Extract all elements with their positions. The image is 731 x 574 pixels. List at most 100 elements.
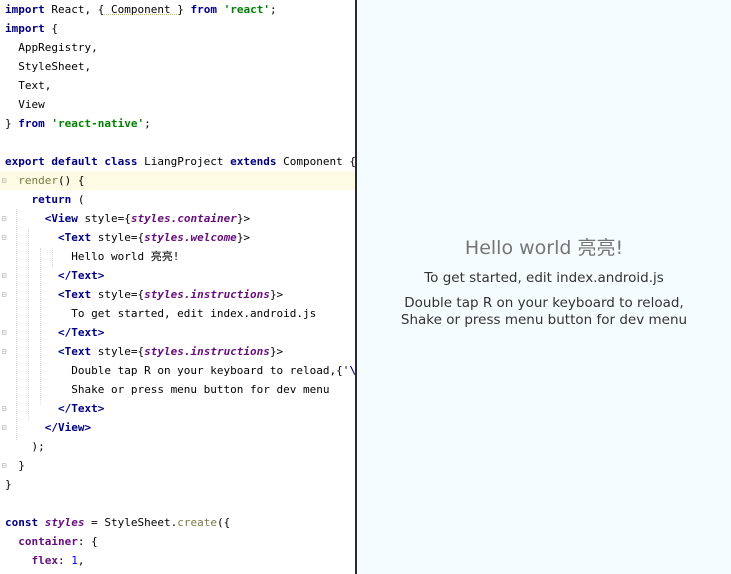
code-line[interactable]: );	[0, 437, 355, 456]
code-line[interactable]: } from 'react-native';	[0, 114, 355, 133]
code-token: React,	[44, 3, 98, 16]
code-token: (	[71, 193, 85, 206]
code-text: </Text>	[5, 266, 104, 285]
code-token: </Text>	[57, 402, 105, 415]
reload-instructions-text: Double tap R on your keyboard to reload,…	[357, 295, 731, 329]
code-token: </Text>	[57, 269, 105, 282]
code-text: Double tap R on your keyboard to reload,…	[5, 361, 355, 380]
code-text: StyleSheet,	[5, 57, 91, 76]
code-token: }>	[236, 231, 251, 244]
code-token: import	[5, 3, 45, 16]
code-line[interactable]: To get started, edit index.android.js	[0, 304, 355, 323]
code-token: );	[5, 440, 45, 453]
code-token: StyleSheet,	[5, 60, 92, 73]
app-preview: Hello world 亮亮! To get started, edit ind…	[357, 0, 731, 574]
code-line[interactable]: ⊟ </Text>	[0, 399, 355, 418]
code-text: }	[5, 456, 25, 475]
code-token: extends	[230, 155, 277, 168]
code-token: </Text>	[57, 326, 105, 339]
code-text: export default class LiangProject extend…	[5, 152, 355, 171]
code-line[interactable]: flex: 1,	[0, 551, 355, 570]
code-text: import React, { Component } from 'react'…	[5, 0, 277, 19]
code-line[interactable]: return (	[0, 190, 355, 209]
code-line[interactable]: ⊟ <Text style={styles.instructions}>	[0, 342, 355, 361]
indent-guide	[16, 209, 17, 440]
code-text: <View style={styles.container}>	[5, 209, 250, 228]
code-token: from	[18, 117, 45, 130]
code-line[interactable]: View	[0, 95, 355, 114]
code-token: = StyleSheet.	[84, 516, 178, 529]
code-editor[interactable]: import React, { Component } from 'react'…	[0, 0, 355, 574]
code-text: AppRegistry,	[5, 38, 97, 57]
code-line[interactable]: container: {	[0, 532, 355, 551]
code-text: </View>	[5, 418, 91, 437]
code-text: </Text>	[5, 323, 104, 342]
code-line[interactable]: ⊟ render() {	[0, 171, 355, 190]
code-line[interactable]: ⊟ <View style={styles.container}>	[0, 209, 355, 228]
code-token: }>	[236, 212, 251, 225]
code-text: } from 'react-native';	[5, 114, 151, 133]
code-token: ,	[77, 554, 85, 567]
code-line[interactable]: StyleSheet,	[0, 57, 355, 76]
code-token: }	[177, 3, 184, 16]
code-token: () {	[58, 174, 85, 187]
code-line[interactable]: ⊟ </Text>	[0, 266, 355, 285]
code-token: }	[5, 117, 19, 130]
code-token: :	[58, 554, 72, 567]
code-line[interactable]: Text,	[0, 76, 355, 95]
code-line[interactable]: export default class LiangProject extend…	[0, 152, 355, 171]
code-line[interactable]: ⊟ </Text>	[0, 323, 355, 342]
reload-instructions-line-1: Double tap R on your keyboard to reload,	[404, 295, 684, 311]
code-line[interactable]	[0, 133, 355, 152]
code-token: return	[31, 193, 72, 206]
code-line[interactable]: Shake or press menu button for dev menu	[0, 380, 355, 399]
code-line[interactable]: Double tap R on your keyboard to reload,…	[0, 361, 355, 380]
code-token: styles.instructions	[144, 345, 270, 358]
code-text: To get started, edit index.android.js	[5, 304, 316, 323]
code-token: const	[5, 516, 39, 529]
code-text: import {	[5, 19, 58, 38]
code-line[interactable]: ⊟ <Text style={styles.instructions}>	[0, 285, 355, 304]
code-line[interactable]: ⊟ <Text style={styles.welcome}>	[0, 228, 355, 247]
code-line[interactable]: import {	[0, 19, 355, 38]
code-token: 'react'	[223, 3, 270, 16]
code-text: );	[5, 437, 45, 456]
code-token: <Text	[57, 288, 92, 301]
code-token: style={	[91, 345, 145, 358]
indent-guide	[40, 248, 41, 404]
code-line[interactable]	[0, 494, 355, 513]
code-line[interactable]: Hello world 亮亮!	[0, 247, 355, 266]
code-token: container	[18, 535, 78, 548]
code-text: render() {	[5, 171, 85, 190]
code-token: <Text	[57, 345, 92, 358]
code-token: LiangProject	[137, 155, 231, 168]
code-token: style={	[77, 212, 131, 225]
code-line[interactable]: AppRegistry,	[0, 38, 355, 57]
code-text: return (	[5, 190, 85, 209]
code-line[interactable]: const styles = StyleSheet.create({	[0, 513, 355, 532]
code-text: <Text style={styles.welcome}>	[5, 228, 250, 247]
instructions-text: To get started, edit index.android.js	[424, 270, 664, 286]
code-token: flex	[31, 554, 59, 567]
code-token: styles.instructions	[144, 288, 270, 301]
code-line[interactable]: }	[0, 475, 355, 494]
code-token: Shake or press menu button for dev menu	[5, 383, 330, 396]
code-line[interactable]: ⊟ }	[0, 456, 355, 475]
code-line[interactable]: import React, { Component } from 'react'…	[0, 0, 355, 19]
code-text: </Text>	[5, 399, 104, 418]
code-line[interactable]: ⊟ </View>	[0, 418, 355, 437]
code-token: }>	[269, 288, 284, 301]
code-token: {	[44, 22, 58, 35]
code-token: render	[18, 174, 58, 187]
indent-guide	[28, 229, 29, 420]
code-token: Component {	[276, 155, 355, 168]
code-token: style={	[91, 231, 145, 244]
